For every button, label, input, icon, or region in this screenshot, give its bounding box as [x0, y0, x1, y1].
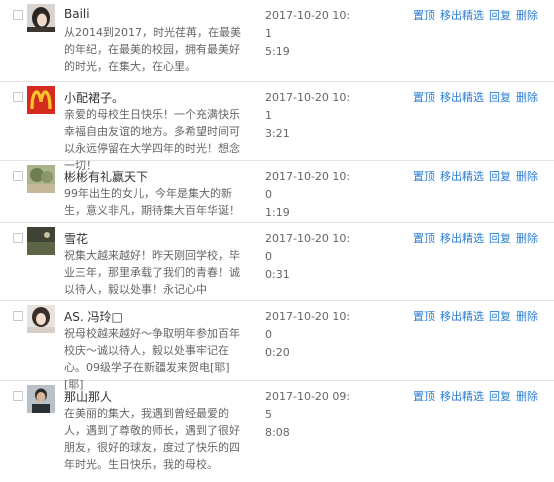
row-actions: 置顶 移出精选 回复 删除 — [413, 89, 543, 105]
row-checkbox[interactable] — [13, 233, 23, 243]
avatar-dark-scene-icon[interactable] — [27, 227, 55, 255]
row-actions: 置顶 移出精选 回复 删除 — [413, 308, 543, 324]
comment-text: 99年出生的女儿，今年是集大的新生，意义非凡，期待集大百年华诞！ — [64, 187, 240, 217]
reply-link[interactable]: 回复 — [489, 232, 511, 245]
comment-row: 那山那人 在美丽的集大，我遇到曾经最爱的人，遇到了尊敬的师长，遇到了很好朋友，很… — [0, 381, 554, 482]
remove-featured-link[interactable]: 移出精选 — [440, 310, 484, 323]
reply-link[interactable]: 回复 — [489, 9, 511, 22]
avatar-girl-photo-icon[interactable] — [27, 4, 55, 32]
comment-row: AS. 冯玲□ 祝母校越来越好～争取明年参加百年校庆～诚以待人，毅以处事牢记在心… — [0, 301, 554, 391]
pin-top-link[interactable]: 置顶 — [413, 390, 435, 403]
remove-featured-link[interactable]: 移出精选 — [440, 390, 484, 403]
comment-text: 祝集大越来越好！昨天刚回学校，毕业三年，那里承载了我们的青春！诚以待人，毅以处事… — [64, 249, 240, 296]
avatar-landscape-photo-icon[interactable] — [27, 165, 55, 193]
comment-row: 雪花 祝集大越来越好！昨天刚回学校，毕业三年，那里承载了我们的青春！诚以待人，毅… — [0, 223, 554, 301]
row-checkbox[interactable] — [13, 311, 23, 321]
delete-link[interactable]: 删除 — [516, 9, 538, 22]
commenter-name[interactable]: Baili — [64, 7, 90, 21]
remove-featured-link[interactable]: 移出精选 — [440, 9, 484, 22]
remove-featured-link[interactable]: 移出精选 — [440, 91, 484, 104]
row-actions: 置顶 移出精选 回复 删除 — [413, 230, 543, 246]
reply-link[interactable]: 回复 — [489, 170, 511, 183]
row-actions: 置顶 移出精选 回复 删除 — [413, 168, 543, 184]
row-actions: 置顶 移出精选 回复 删除 — [413, 388, 543, 404]
remove-featured-link[interactable]: 移出精选 — [440, 232, 484, 245]
row-checkbox[interactable] — [13, 171, 23, 181]
comment-time: 2017-10-20 10:1 3:21 — [265, 91, 351, 140]
reply-link[interactable]: 回复 — [489, 91, 511, 104]
commenter-name[interactable]: 雪花 — [64, 230, 88, 247]
remove-featured-link[interactable]: 移出精选 — [440, 170, 484, 183]
pin-top-link[interactable]: 置顶 — [413, 310, 435, 323]
pin-top-link[interactable]: 置顶 — [413, 232, 435, 245]
comment-row: 彬彬有礼赢天下 99年出生的女儿，今年是集大的新生，意义非凡，期待集大百年华诞！… — [0, 161, 554, 223]
commenter-name[interactable]: 彬彬有礼赢天下 — [64, 168, 148, 185]
delete-link[interactable]: 删除 — [516, 232, 538, 245]
comment-text: 从2014到2017，时光荏苒，在最美的年纪，在最美的校园，拥有最美好的时光，在… — [64, 26, 241, 73]
comment-time: 2017-10-20 10:0 1:19 — [265, 170, 351, 219]
mcdonalds-logo-icon[interactable] — [27, 86, 55, 114]
comment-row: 小配裙子。 亲爱的母校生日快乐！一个充满快乐幸福自由友谊的地方。多希望时间可以永… — [0, 82, 554, 172]
comment-time: 2017-10-20 09:5 8:08 — [265, 390, 351, 439]
comment-time: 2017-10-20 10:0 0:31 — [265, 232, 351, 281]
delete-link[interactable]: 删除 — [516, 390, 538, 403]
commenter-name[interactable]: 小配裙子。 — [64, 89, 124, 106]
row-checkbox[interactable] — [13, 10, 23, 20]
comment-time: 2017-10-20 10:1 5:19 — [265, 9, 351, 58]
commenter-name[interactable]: AS. 冯玲□ — [64, 308, 123, 325]
avatar-woman-portrait-icon[interactable] — [27, 305, 55, 333]
commenter-name[interactable]: 那山那人 — [64, 388, 112, 405]
delete-link[interactable]: 删除 — [516, 310, 538, 323]
reply-link[interactable]: 回复 — [489, 310, 511, 323]
delete-link[interactable]: 删除 — [516, 91, 538, 104]
row-checkbox[interactable] — [13, 391, 23, 401]
comment-row: Baili 从2014到2017，时光荏苒，在最美的年纪，在最美的校园，拥有最美… — [0, 0, 554, 82]
row-checkbox[interactable] — [13, 92, 23, 102]
pin-top-link[interactable]: 置顶 — [413, 9, 435, 22]
pin-top-link[interactable]: 置顶 — [413, 170, 435, 183]
comment-time: 2017-10-20 10:0 0:20 — [265, 310, 351, 359]
row-actions: 置顶 移出精选 回复 删除 — [413, 7, 543, 23]
comment-text: 在美丽的集大，我遇到曾经最爱的人，遇到了尊敬的师长，遇到了很好朋友，很好的球友，… — [64, 407, 240, 471]
delete-link[interactable]: 删除 — [516, 170, 538, 183]
reply-link[interactable]: 回复 — [489, 390, 511, 403]
comment-list: Baili 从2014到2017，时光荏苒，在最美的年纪，在最美的校园，拥有最美… — [0, 0, 554, 482]
avatar-man-portrait-icon[interactable] — [27, 385, 55, 413]
pin-top-link[interactable]: 置顶 — [413, 91, 435, 104]
